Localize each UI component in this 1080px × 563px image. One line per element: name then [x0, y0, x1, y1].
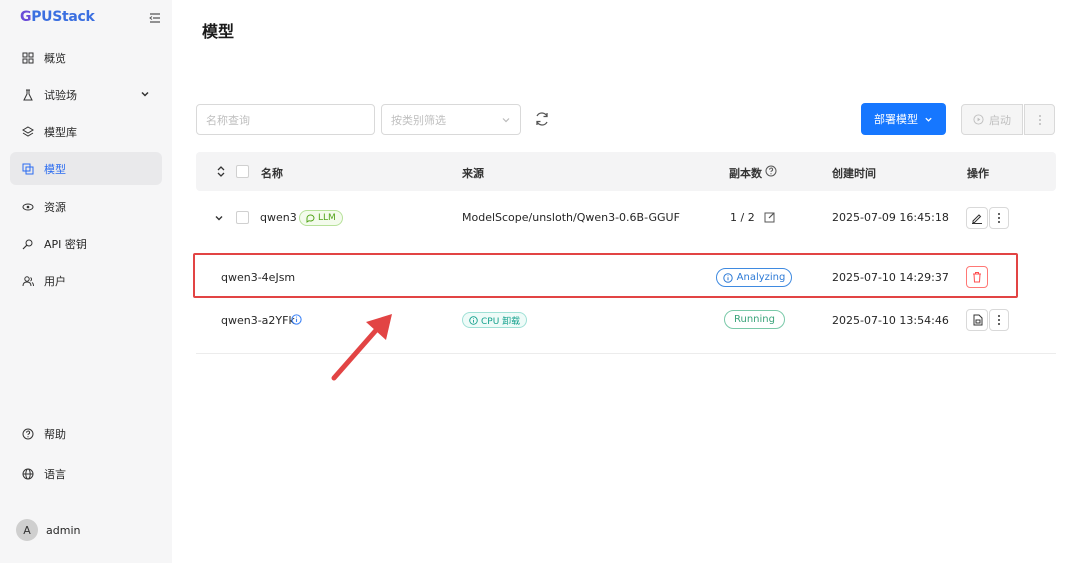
divider	[196, 353, 1056, 354]
sidebar-item-label: 试验场	[44, 88, 77, 102]
column-header-replicas: 副本数	[729, 167, 762, 180]
column-header-source: 来源	[462, 167, 484, 180]
sidebar-item-label: 用户	[44, 274, 66, 288]
start-button[interactable]: 启动	[961, 104, 1023, 135]
select-all-checkbox[interactable]	[236, 165, 249, 178]
sidebar-item-label: 资源	[44, 200, 66, 214]
model-icon	[21, 162, 35, 176]
sidebar-item-models[interactable]: 模型	[10, 152, 162, 185]
model-category-tag: LLM	[299, 210, 343, 226]
chevron-down-icon	[502, 118, 510, 123]
search-placeholder: 名称查询	[206, 113, 250, 127]
replica-count: 1 / 2	[730, 211, 755, 224]
logo-text: PUStack	[31, 9, 95, 25]
info-icon[interactable]	[291, 314, 302, 325]
pointer-arrow	[331, 314, 392, 381]
dashboard-icon	[21, 51, 35, 65]
category-filter-select[interactable]: 按类别筛选	[381, 104, 521, 135]
chat-icon	[306, 214, 315, 223]
edit-button[interactable]	[966, 207, 988, 229]
sidebar-item-users[interactable]: 用户	[10, 264, 162, 297]
page-title: 模型	[202, 22, 235, 41]
row-more-button[interactable]	[989, 309, 1009, 331]
sidebar-item-catalog[interactable]: 模型库	[10, 115, 162, 148]
key-icon	[21, 237, 35, 251]
info-icon	[469, 315, 478, 325]
collapse-sidebar-icon[interactable]	[149, 12, 161, 24]
model-source: ModelScope/unsloth/Qwen3-0.6B-GGUF	[462, 211, 680, 224]
flask-icon	[21, 88, 35, 102]
help-icon[interactable]	[765, 165, 777, 177]
document-icon	[973, 314, 982, 326]
edit-icon	[972, 214, 982, 224]
table-header: 名称 来源 副本数 创建时间 操作	[196, 152, 1056, 191]
refresh-icon[interactable]	[533, 110, 551, 128]
tag-label: CPU 卸载	[481, 316, 521, 327]
more-actions-button[interactable]	[1024, 104, 1055, 135]
gpustack-logo[interactable]: GPUStack	[20, 9, 95, 25]
tag-label: LLM	[318, 213, 336, 223]
row-checkbox[interactable]	[236, 211, 249, 224]
filter-placeholder: 按类别筛选	[391, 113, 446, 127]
column-header-name[interactable]: 名称	[261, 165, 283, 181]
row-more-button[interactable]	[989, 207, 1009, 229]
globe-icon	[21, 467, 35, 481]
highlight-box	[193, 253, 1018, 298]
play-circle-icon	[973, 114, 984, 125]
view-logs-button[interactable]	[966, 309, 988, 331]
created-time: 2025-07-10 13:54:46	[832, 314, 949, 327]
instance-name: qwen3-a2YFk	[221, 314, 295, 327]
sidebar-item-overview[interactable]: 概览	[10, 41, 162, 74]
avatar: A	[16, 519, 38, 541]
sidebar-item-label: 模型	[44, 162, 66, 176]
sidebar-item-resources[interactable]: 资源	[10, 190, 162, 223]
sidebar-item-label: API 密钥	[44, 237, 87, 251]
chevron-down-icon[interactable]	[214, 213, 224, 223]
sidebar-item-label: 帮助	[44, 427, 66, 441]
sidebar-item-api-keys[interactable]: API 密钥	[10, 227, 162, 260]
sidebar-item-label: 模型库	[44, 125, 77, 139]
status-badge: Running	[724, 310, 785, 329]
edit-replicas-icon[interactable]	[764, 211, 776, 223]
status-label: Running	[734, 314, 775, 325]
layers-icon	[21, 125, 35, 139]
chevron-down-icon[interactable]	[140, 89, 150, 99]
cpu-offload-tag: CPU 卸载	[462, 312, 528, 328]
expand-all-icon[interactable]	[216, 165, 226, 178]
help-icon	[21, 427, 35, 441]
sidebar-item-language[interactable]: 语言	[10, 457, 162, 490]
user-menu[interactable]: A admin	[16, 519, 80, 541]
model-name[interactable]: qwen3	[260, 211, 297, 224]
search-input[interactable]: 名称查询	[196, 104, 375, 135]
logo-letter: G	[20, 9, 32, 25]
column-header-created[interactable]: 创建时间	[832, 165, 876, 181]
more-vertical-icon	[998, 315, 1000, 325]
users-icon	[21, 274, 35, 288]
deploy-model-button[interactable]: 部署模型	[861, 103, 946, 135]
more-vertical-icon	[998, 213, 1000, 223]
resource-icon	[21, 200, 35, 214]
sidebar-item-label: 语言	[44, 467, 66, 481]
chevron-down-icon	[925, 117, 932, 122]
sidebar: GPUStack 概览 试验场 模型库 模型 资源 API 密钥 用户 帮助 语…	[0, 0, 172, 563]
sidebar-item-playground[interactable]: 试验场	[10, 78, 162, 111]
sidebar-item-help[interactable]: 帮助	[10, 417, 162, 450]
user-name: admin	[46, 523, 81, 537]
deploy-label: 部署模型	[874, 113, 918, 126]
column-header-actions: 操作	[967, 167, 989, 180]
sidebar-item-label: 概览	[44, 51, 66, 65]
more-vertical-icon	[1038, 114, 1041, 125]
start-label: 启动	[989, 113, 1011, 127]
created-time: 2025-07-09 16:45:18	[832, 211, 949, 224]
